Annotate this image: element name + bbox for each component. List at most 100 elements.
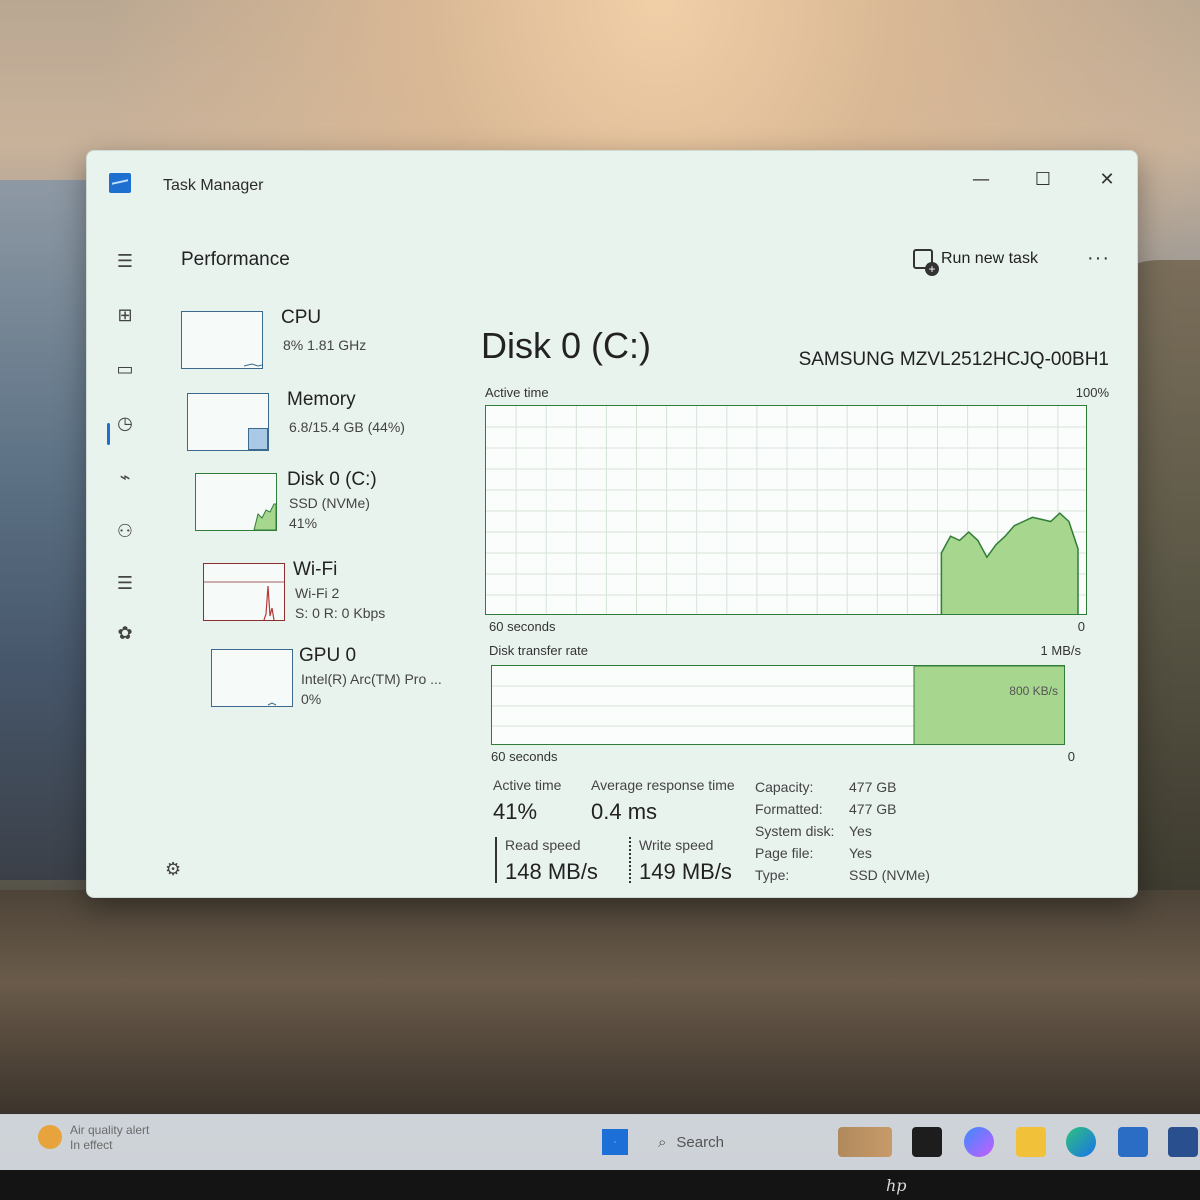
minimize-button[interactable]: — <box>959 161 1003 197</box>
device-item-cpu[interactable]: CPU 8% 1.81 GHz <box>181 305 471 375</box>
hamburger-menu-icon[interactable]: ☰ <box>109 245 141 277</box>
disk-title: Disk 0 (C:) <box>481 325 651 366</box>
users-icon[interactable]: ⚇ <box>109 515 141 547</box>
store-icon[interactable] <box>1118 1127 1148 1157</box>
stat-avg-response-value: 0.4 ms <box>591 799 658 824</box>
device-usage: 41% <box>289 515 318 531</box>
terminal-icon[interactable] <box>912 1127 942 1157</box>
device-name: GPU 0 <box>299 645 357 666</box>
device-item-gpu[interactable]: GPU 0 Intel(R) Arc(TM) Pro ... 0% <box>181 643 471 713</box>
device-name: Memory <box>287 389 356 410</box>
details-icon[interactable]: ☰ <box>109 567 141 599</box>
disk-model: SAMSUNG MZVL2512HCJQ-00BH1 <box>798 349 1109 370</box>
startup-apps-icon[interactable]: ⌁ <box>109 461 141 493</box>
device-name: CPU <box>281 307 322 328</box>
property-key: Capacity: <box>755 779 814 795</box>
title-bar[interactable]: Task Manager — ☐ ✕ <box>87 151 1137 215</box>
edge-browser-icon[interactable] <box>1066 1127 1096 1157</box>
start-windows-icon[interactable] <box>602 1129 628 1155</box>
air-quality-title: Air quality alert <box>70 1123 150 1137</box>
property-value: 477 GB <box>849 779 897 795</box>
active-time-graph <box>485 405 1087 615</box>
search-icon: ⌕ <box>658 1133 667 1151</box>
active-time-series-area <box>940 512 1079 614</box>
device-item-memory[interactable]: Memory 6.8/15.4 GB (44%) <box>181 387 471 457</box>
wifi-thumbnail-graph <box>203 563 285 621</box>
transfer-rate-graph: 800 KB/s <box>491 665 1065 745</box>
task-manager-app-icon <box>109 173 131 193</box>
taskbar-search[interactable]: ⌕ Search <box>650 1127 820 1157</box>
windows-taskbar: Air quality alert In effect ⌕ Search <box>0 1114 1200 1170</box>
property-key: System disk: <box>755 823 835 839</box>
wallpaper-ground <box>0 890 1200 1120</box>
transfer-rate-x-right: 0 <box>1067 749 1075 764</box>
property-key: Formatted: <box>755 801 823 817</box>
window-title: Task Manager <box>163 177 264 194</box>
stat-read-speed-value: 148 MB/s <box>505 859 598 884</box>
performance-icon[interactable]: ▭ <box>109 353 141 385</box>
air-quality-icon[interactable] <box>38 1125 62 1149</box>
stat-read-speed-label: Read speed <box>505 837 581 853</box>
run-task-icon <box>913 249 939 276</box>
cpu-thumbnail-graph <box>181 311 263 369</box>
gpu-thumbnail-graph <box>211 649 293 707</box>
write-speed-divider <box>629 837 631 883</box>
widgets-icon[interactable] <box>838 1127 892 1157</box>
file-explorer-icon[interactable] <box>1016 1127 1046 1157</box>
processes-icon[interactable]: ⊞ <box>109 299 141 331</box>
device-throughput: S: 0 R: 0 Kbps <box>295 605 386 621</box>
device-list: CPU 8% 1.81 GHz Memory 6.8/15.4 GB (44%)… <box>181 305 471 735</box>
property-value: 477 GB <box>849 801 897 817</box>
copilot-icon[interactable] <box>964 1127 994 1157</box>
device-name: Disk 0 (C:) <box>287 469 377 490</box>
stat-avg-response-label: Average response time <box>591 777 735 793</box>
disk-detail-panel: Disk 0 (C:) SAMSUNG MZVL2512HCJQ-00BH1 A… <box>481 305 1109 885</box>
close-button[interactable]: ✕ <box>1085 161 1129 197</box>
navigation-sidebar: ☰ ⊞ ▭ ◷ ⌁ ⚇ ☰ ✿ <box>87 215 161 897</box>
property-value: Yes <box>849 845 872 861</box>
device-item-wifi[interactable]: Wi-Fi Wi-Fi 2 S: 0 R: 0 Kbps <box>181 557 471 627</box>
transfer-rate-marker: 800 KB/s <box>1009 684 1058 698</box>
app-icon[interactable] <box>1168 1127 1198 1157</box>
device-detail: SSD (NVMe) <box>289 495 370 511</box>
disk-statistics: Active time 41% Average response time 0.… <box>491 775 1111 897</box>
stat-active-time-label: Active time <box>493 777 562 793</box>
device-detail: Wi-Fi 2 <box>295 585 340 601</box>
property-value: SSD (NVMe) <box>849 867 930 883</box>
active-time-x-right: 0 <box>1077 619 1085 634</box>
device-detail: 8% 1.81 GHz <box>283 337 367 353</box>
stat-write-speed-value: 149 MB/s <box>639 859 732 884</box>
run-new-task-label: Run new task <box>941 250 1038 267</box>
services-icon[interactable]: ✿ <box>109 617 141 649</box>
search-placeholder: Search <box>676 1133 724 1151</box>
air-quality-status: In effect <box>70 1138 113 1152</box>
property-key: Type: <box>755 867 790 883</box>
active-time-x-left: 60 seconds <box>489 619 556 634</box>
device-usage: 0% <box>301 691 322 707</box>
task-manager-window: Task Manager — ☐ ✕ ☰ ⊞ ▭ ◷ ⌁ ⚇ ☰ ✿ ⚙ Per… <box>86 150 1138 898</box>
hp-logo: hp <box>886 1176 907 1195</box>
memory-thumbnail-graph <box>187 393 269 451</box>
more-options-button[interactable]: ··· <box>1087 247 1110 270</box>
transfer-rate-label: Disk transfer rate <box>489 643 588 658</box>
device-detail: 6.8/15.4 GB (44%) <box>289 419 405 435</box>
transfer-rate-max-label: 1 MB/s <box>1040 643 1081 658</box>
active-time-label: Active time <box>485 385 549 400</box>
run-new-task-button[interactable]: Run new task <box>913 249 1038 276</box>
property-key: Page file: <box>755 845 814 861</box>
air-quality-widget[interactable]: Air quality alert In effect <box>70 1123 149 1153</box>
app-history-icon[interactable]: ◷ <box>109 407 141 439</box>
device-item-disk[interactable]: Disk 0 (C:) SSD (NVMe) 41% <box>181 467 471 537</box>
device-name: Wi-Fi <box>293 559 338 580</box>
transfer-rate-x-left: 60 seconds <box>491 749 558 764</box>
active-time-max-label: 100% <box>1075 385 1109 400</box>
page-title: Performance <box>181 249 290 270</box>
device-detail: Intel(R) Arc(TM) Pro ... <box>301 671 442 687</box>
maximize-button[interactable]: ☐ <box>1021 161 1065 197</box>
laptop-bezel: hp <box>0 1170 1200 1200</box>
performance-page: Performance Run new task ··· CPU 8% 1.81… <box>161 215 1137 897</box>
stat-write-speed-label: Write speed <box>639 837 714 853</box>
stat-active-time-value: 41% <box>493 799 538 824</box>
property-value: Yes <box>849 823 872 839</box>
read-speed-divider <box>495 837 497 883</box>
